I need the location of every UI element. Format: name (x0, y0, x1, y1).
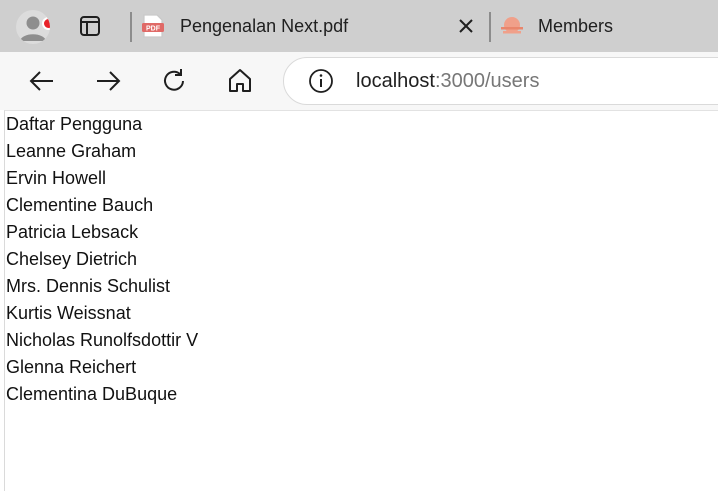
home-icon[interactable] (225, 66, 255, 96)
user-item: Clementine Bauch (6, 195, 154, 215)
page-content: Daftar Pengguna Leanne Graham Ervin Howe… (6, 111, 198, 408)
notification-dot (42, 17, 50, 30)
page-heading: Daftar Pengguna (6, 114, 143, 134)
site-favicon-icon (501, 17, 523, 34)
tab-separator (489, 12, 491, 42)
user-item: Patricia Lebsack (6, 222, 139, 242)
profile-avatar[interactable] (16, 10, 50, 44)
tab-separator (130, 12, 132, 42)
tab-title-pdf: Pengenalan Next.pdf (180, 16, 349, 36)
site-info-icon[interactable] (308, 68, 334, 94)
vertical-tabs-icon[interactable] (79, 15, 101, 37)
url-path: :3000/users (434, 70, 540, 92)
user-item: Chelsey Dietrich (6, 249, 138, 269)
forward-icon[interactable] (93, 66, 123, 96)
back-icon[interactable] (27, 66, 57, 96)
user-item: Nicholas Runolfsdottir V (6, 330, 199, 350)
tab-title-members[interactable]: Members (538, 15, 613, 37)
user-item: Kurtis Weissnat (6, 303, 131, 323)
tab-bar: PDF Pengenalan Next.pdf Members (0, 0, 718, 52)
user-item: Clementina DuBuque (6, 384, 178, 404)
url-text[interactable]: localhost:3000/users (356, 69, 539, 93)
close-tab-icon[interactable] (456, 16, 476, 36)
user-item: Ervin Howell (6, 168, 107, 188)
user-item: Mrs. Dennis Schulist (6, 276, 171, 296)
pdf-icon: PDF (142, 14, 164, 38)
refresh-icon[interactable] (159, 66, 189, 96)
url-host: localhost (356, 70, 435, 92)
user-item: Glenna Reichert (6, 357, 137, 377)
user-item: Leanne Graham (6, 141, 137, 161)
svg-text:PDF: PDF (146, 25, 161, 32)
